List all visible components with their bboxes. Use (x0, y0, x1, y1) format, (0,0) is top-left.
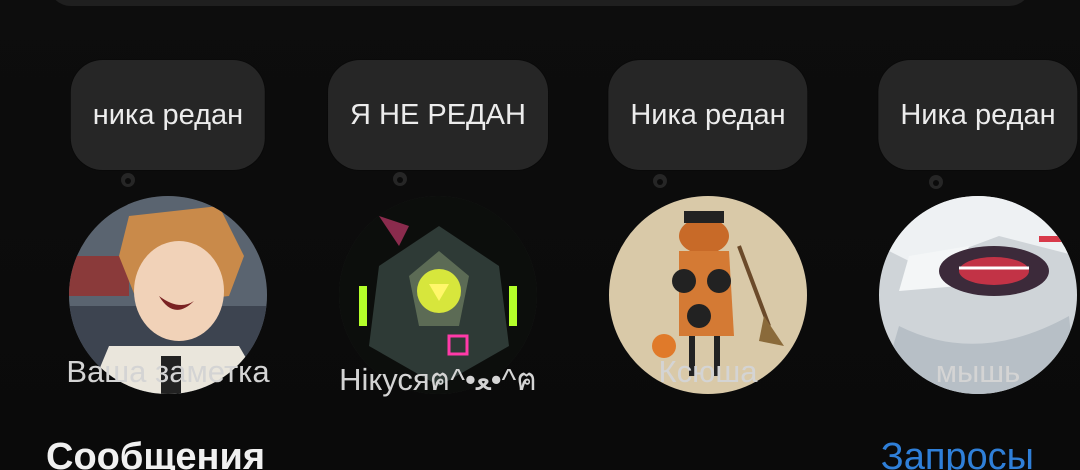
bubble-tail (393, 172, 407, 186)
note-item[interactable]: Ника редан Ксюша (573, 60, 843, 394)
requests-link[interactable]: Запросы (881, 436, 1034, 470)
note-item[interactable]: Ника редан мышь (843, 60, 1080, 394)
note-item[interactable]: Я НЕ РЕДАН Нікусяฅ^•ﻌ•^ฅ (303, 60, 573, 397)
note-bubble[interactable]: Я НЕ РЕДАН (328, 60, 548, 170)
note-name: Ксюша (658, 354, 758, 389)
note-name: Ваша заметка (66, 354, 270, 389)
bubble-tail (653, 174, 667, 188)
note-name: Нікусяฅ^•ﻌ•^ฅ (339, 362, 537, 397)
search-bar[interactable] (48, 0, 1032, 6)
note-bubble[interactable]: Ника редан (878, 60, 1078, 170)
note-name: мышь (935, 354, 1021, 389)
note-item-own[interactable]: ника редан Ваша заметка (33, 60, 303, 394)
bubble-tail (121, 173, 135, 187)
notes-screen: ника редан Ваша заметка Я НЕ РЕДАН Нікус… (0, 0, 1080, 470)
note-bubble[interactable]: Ника редан (608, 60, 808, 170)
note-bubble[interactable]: ника редан (70, 60, 266, 170)
bubble-tail (929, 175, 943, 189)
messages-title: Сообщения (46, 436, 266, 470)
